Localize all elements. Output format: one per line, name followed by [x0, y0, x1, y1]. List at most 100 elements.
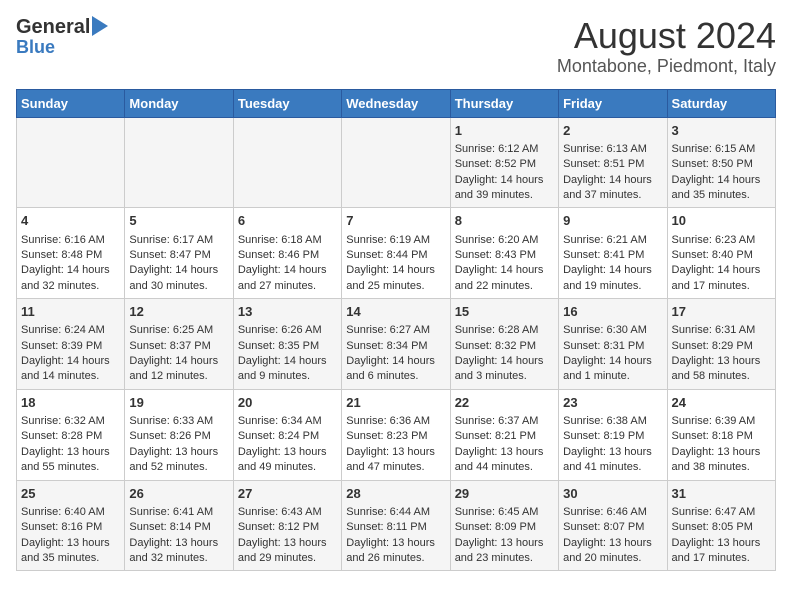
- day-number: 15: [455, 303, 554, 321]
- day-info: Daylight: 13 hours: [346, 536, 445, 551]
- day-number: 17: [672, 303, 771, 321]
- day-info: and 20 minutes.: [563, 551, 662, 566]
- day-number: 10: [672, 212, 771, 230]
- day-info: Daylight: 14 hours: [129, 263, 228, 278]
- calendar-cell: 23Sunrise: 6:38 AMSunset: 8:19 PMDayligh…: [559, 389, 667, 480]
- day-number: 26: [129, 485, 228, 503]
- day-info: Daylight: 13 hours: [563, 445, 662, 460]
- calendar-cell: 17Sunrise: 6:31 AMSunset: 8:29 PMDayligh…: [667, 299, 775, 390]
- day-info: and 26 minutes.: [346, 551, 445, 566]
- day-info: Daylight: 14 hours: [455, 173, 554, 188]
- day-info: and 25 minutes.: [346, 279, 445, 294]
- day-info: Daylight: 13 hours: [455, 536, 554, 551]
- day-number: 28: [346, 485, 445, 503]
- day-info: Sunset: 8:44 PM: [346, 248, 445, 263]
- calendar-header-row: SundayMondayTuesdayWednesdayThursdayFrid…: [17, 89, 776, 117]
- calendar-cell: 7Sunrise: 6:19 AMSunset: 8:44 PMDaylight…: [342, 208, 450, 299]
- calendar-cell: 30Sunrise: 6:46 AMSunset: 8:07 PMDayligh…: [559, 480, 667, 571]
- calendar-cell: 18Sunrise: 6:32 AMSunset: 8:28 PMDayligh…: [17, 389, 125, 480]
- calendar-cell: 29Sunrise: 6:45 AMSunset: 8:09 PMDayligh…: [450, 480, 558, 571]
- day-info: Sunset: 8:43 PM: [455, 248, 554, 263]
- day-info: Daylight: 13 hours: [672, 445, 771, 460]
- day-info: Daylight: 13 hours: [346, 445, 445, 460]
- day-info: Sunset: 8:46 PM: [238, 248, 337, 263]
- calendar-cell: 6Sunrise: 6:18 AMSunset: 8:46 PMDaylight…: [233, 208, 341, 299]
- day-info: Sunrise: 6:21 AM: [563, 233, 662, 248]
- day-number: 27: [238, 485, 337, 503]
- day-info: Sunset: 8:23 PM: [346, 429, 445, 444]
- day-number: 22: [455, 394, 554, 412]
- header-wednesday: Wednesday: [342, 89, 450, 117]
- logo-text: General: [16, 16, 90, 38]
- day-info: Sunrise: 6:37 AM: [455, 414, 554, 429]
- day-info: Sunrise: 6:36 AM: [346, 414, 445, 429]
- day-info: Daylight: 13 hours: [238, 445, 337, 460]
- calendar-cell: 11Sunrise: 6:24 AMSunset: 8:39 PMDayligh…: [17, 299, 125, 390]
- day-info: Sunrise: 6:26 AM: [238, 323, 337, 338]
- day-number: 20: [238, 394, 337, 412]
- calendar-cell: 19Sunrise: 6:33 AMSunset: 8:26 PMDayligh…: [125, 389, 233, 480]
- day-info: Sunset: 8:21 PM: [455, 429, 554, 444]
- day-number: 1: [455, 122, 554, 140]
- day-info: Sunrise: 6:12 AM: [455, 142, 554, 157]
- day-number: 29: [455, 485, 554, 503]
- day-info: Sunrise: 6:23 AM: [672, 233, 771, 248]
- day-info: and 19 minutes.: [563, 279, 662, 294]
- header-friday: Friday: [559, 89, 667, 117]
- day-info: Sunrise: 6:40 AM: [21, 505, 120, 520]
- day-info: Sunset: 8:41 PM: [563, 248, 662, 263]
- day-number: 14: [346, 303, 445, 321]
- day-info: and 32 minutes.: [21, 279, 120, 294]
- calendar-cell: 2Sunrise: 6:13 AMSunset: 8:51 PMDaylight…: [559, 117, 667, 208]
- day-number: 6: [238, 212, 337, 230]
- day-info: Daylight: 13 hours: [21, 445, 120, 460]
- day-info: Sunset: 8:18 PM: [672, 429, 771, 444]
- calendar-table: SundayMondayTuesdayWednesdayThursdayFrid…: [16, 89, 776, 572]
- logo-blue-text: Blue: [16, 38, 55, 58]
- calendar-cell: 1 Sunrise: 6:12 AMSunset: 8:52 PMDaylight…: [450, 117, 558, 208]
- calendar-cell: 12Sunrise: 6:25 AMSunset: 8:37 PMDayligh…: [125, 299, 233, 390]
- day-number: 12: [129, 303, 228, 321]
- day-info: and 17 minutes.: [672, 279, 771, 294]
- day-number: 31: [672, 485, 771, 503]
- calendar-cell: 14Sunrise: 6:27 AMSunset: 8:34 PMDayligh…: [342, 299, 450, 390]
- day-info: and 35 minutes.: [21, 551, 120, 566]
- calendar-cell: 25Sunrise: 6:40 AMSunset: 8:16 PMDayligh…: [17, 480, 125, 571]
- day-info: Sunrise: 6:15 AM: [672, 142, 771, 157]
- day-info: Sunrise: 6:19 AM: [346, 233, 445, 248]
- calendar-cell: [342, 117, 450, 208]
- day-info: Sunrise: 6:16 AM: [21, 233, 120, 248]
- day-info: Daylight: 13 hours: [563, 536, 662, 551]
- day-info: Sunrise: 6:47 AM: [672, 505, 771, 520]
- day-info: and 17 minutes.: [672, 551, 771, 566]
- day-number: 11: [21, 303, 120, 321]
- header-monday: Monday: [125, 89, 233, 117]
- day-info: and 47 minutes.: [346, 460, 445, 475]
- day-info: and 29 minutes.: [238, 551, 337, 566]
- day-info: Sunrise: 6:30 AM: [563, 323, 662, 338]
- day-info: and 23 minutes.: [455, 551, 554, 566]
- day-info: Sunset: 8:28 PM: [21, 429, 120, 444]
- calendar-cell: 28Sunrise: 6:44 AMSunset: 8:11 PMDayligh…: [342, 480, 450, 571]
- day-info: Sunrise: 6:41 AM: [129, 505, 228, 520]
- header-thursday: Thursday: [450, 89, 558, 117]
- day-info: Daylight: 14 hours: [455, 263, 554, 278]
- day-info: Sunset: 8:32 PM: [455, 339, 554, 354]
- day-info: and 30 minutes.: [129, 279, 228, 294]
- calendar-cell: 31Sunrise: 6:47 AMSunset: 8:05 PMDayligh…: [667, 480, 775, 571]
- day-info: Daylight: 14 hours: [21, 263, 120, 278]
- day-info: Daylight: 14 hours: [672, 173, 771, 188]
- day-info: Sunset: 8:12 PM: [238, 520, 337, 535]
- header-tuesday: Tuesday: [233, 89, 341, 117]
- day-info: Daylight: 13 hours: [129, 445, 228, 460]
- day-info: Sunset: 8:24 PM: [238, 429, 337, 444]
- day-info: and 41 minutes.: [563, 460, 662, 475]
- day-info: and 49 minutes.: [238, 460, 337, 475]
- calendar-cell: 13Sunrise: 6:26 AMSunset: 8:35 PMDayligh…: [233, 299, 341, 390]
- header-saturday: Saturday: [667, 89, 775, 117]
- day-info: and 58 minutes.: [672, 369, 771, 384]
- day-number: 2: [563, 122, 662, 140]
- day-info: Sunset: 8:52 PM: [455, 157, 554, 172]
- day-number: 30: [563, 485, 662, 503]
- day-info: Sunrise: 6:17 AM: [129, 233, 228, 248]
